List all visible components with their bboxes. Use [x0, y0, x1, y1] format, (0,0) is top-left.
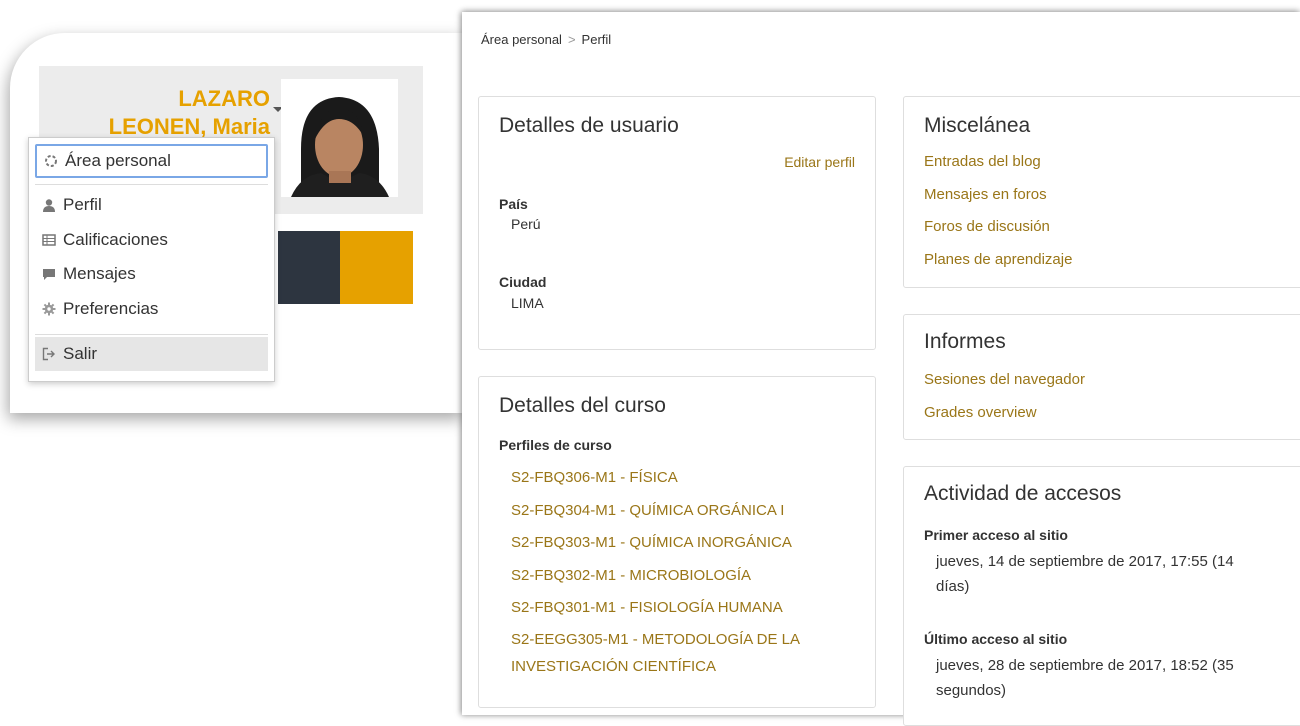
message-bubble-icon — [41, 266, 57, 282]
avatar[interactable] — [281, 79, 398, 197]
dashboard-icon — [43, 153, 59, 169]
last-access-line1: jueves, 28 de septiembre de 2017, 18:52 … — [936, 657, 1234, 674]
breadcrumb: Área personal > Perfil — [481, 32, 611, 47]
browser-sessions-link[interactable]: Sesiones del navegador — [924, 371, 1085, 388]
logout-icon — [41, 346, 57, 362]
course-link[interactable]: S2-FBQ306-M1 - FÍSICA — [511, 469, 678, 486]
user-menu-inset: LAZARO LEONEN, Maria Área personal Perfi… — [10, 33, 465, 413]
dark-tile[interactable] — [278, 231, 340, 304]
reports-title: Informes — [924, 330, 1006, 353]
user-name[interactable]: LAZARO LEONEN, Maria — [70, 85, 270, 141]
user-dropdown-menu: Área personal Perfil Calificaciones Mens… — [28, 137, 275, 382]
misc-title: Miscelánea — [924, 114, 1031, 137]
course-profiles-label: Perfiles de curso — [499, 437, 612, 453]
menu-divider — [35, 184, 268, 185]
first-access-label: Primer acceso al sitio — [924, 527, 1068, 543]
menu-item-salir[interactable]: Salir — [35, 337, 268, 371]
menu-item-label: Salir — [63, 344, 98, 363]
city-value: LIMA — [511, 295, 544, 311]
course-link[interactable]: S2-FBQ302-M1 - MICROBIOLOGÍA — [511, 567, 751, 584]
menu-item-perfil[interactable]: Perfil — [35, 188, 268, 222]
blog-entries-link[interactable]: Entradas del blog — [924, 153, 1041, 170]
user-icon — [41, 197, 57, 213]
menu-item-calificaciones[interactable]: Calificaciones — [35, 223, 268, 257]
course-details-title: Detalles del curso — [499, 394, 666, 417]
menu-item-label: Preferencias — [63, 299, 159, 318]
city-label: Ciudad — [499, 274, 547, 290]
user-details-card: Detalles de usuario Editar perfil País P… — [478, 96, 876, 350]
country-value: Perú — [511, 216, 541, 232]
grades-table-icon — [41, 232, 57, 248]
menu-item-area-personal[interactable]: Área personal — [35, 144, 268, 178]
first-access-line2: días) — [936, 578, 970, 595]
menu-item-preferencias[interactable]: Preferencias — [35, 292, 268, 326]
menu-item-label: Mensajes — [63, 264, 136, 283]
forum-posts-link[interactable]: Mensajes en foros — [924, 186, 1047, 203]
misc-card: Miscelánea Entradas del blog Mensajes en… — [903, 96, 1300, 288]
menu-item-label: Área personal — [65, 151, 171, 170]
access-activity-card: Actividad de accesos Primer acceso al si… — [903, 466, 1300, 726]
last-access-line2: segundos) — [936, 682, 1007, 699]
course-link[interactable]: S2-FBQ301-M1 - FISIOLOGÍA HUMANA — [511, 599, 783, 616]
access-activity-title: Actividad de accesos — [924, 482, 1122, 505]
breadcrumb-separator-icon: > — [567, 32, 576, 47]
forum-discussions-link[interactable]: Foros de discusión — [924, 218, 1050, 235]
first-access-line1: jueves, 14 de septiembre de 2017, 17:55 … — [936, 553, 1234, 570]
breadcrumb-home-link[interactable]: Área personal — [481, 32, 562, 47]
breadcrumb-current: Perfil — [581, 32, 612, 47]
avatar-photo — [281, 79, 398, 197]
menu-divider — [35, 334, 268, 335]
gear-icon — [41, 301, 57, 317]
course-link-continued[interactable]: INVESTIGACIÓN CIENTÍFICA — [511, 658, 716, 675]
first-access-value: jueves, 14 de septiembre de 2017, 17:55 … — [936, 549, 1234, 599]
learning-plans-link[interactable]: Planes de aprendizaje — [924, 251, 1072, 268]
last-access-value: jueves, 28 de septiembre de 2017, 18:52 … — [936, 653, 1234, 703]
menu-item-label: Calificaciones — [63, 230, 168, 249]
reports-card: Informes Sesiones del navegador Grades o… — [903, 314, 1300, 440]
course-link[interactable]: S2-FBQ304-M1 - QUÍMICA ORGÁNICA I — [511, 502, 784, 519]
user-name-line1: LAZARO — [178, 86, 270, 111]
course-details-card: Detalles del curso Perfiles de curso S2-… — [478, 376, 876, 708]
grades-overview-link[interactable]: Grades overview — [924, 404, 1037, 421]
country-label: País — [499, 196, 528, 212]
last-access-label: Último acceso al sitio — [924, 631, 1068, 647]
profile-page: Área personal > Perfil Detalles de usuario… — [462, 12, 1300, 726]
menu-item-mensajes[interactable]: Mensajes — [35, 257, 268, 291]
menu-item-label: Perfil — [63, 195, 102, 214]
gold-tile[interactable] — [340, 231, 413, 304]
edit-profile-link[interactable]: Editar perfil — [784, 154, 855, 170]
user-details-title: Detalles de usuario — [499, 114, 679, 137]
course-link[interactable]: S2-EEGG305-M1 - METODOLOGÍA DE LA — [511, 631, 800, 648]
course-link[interactable]: S2-FBQ303-M1 - QUÍMICA INORGÁNICA — [511, 534, 792, 551]
